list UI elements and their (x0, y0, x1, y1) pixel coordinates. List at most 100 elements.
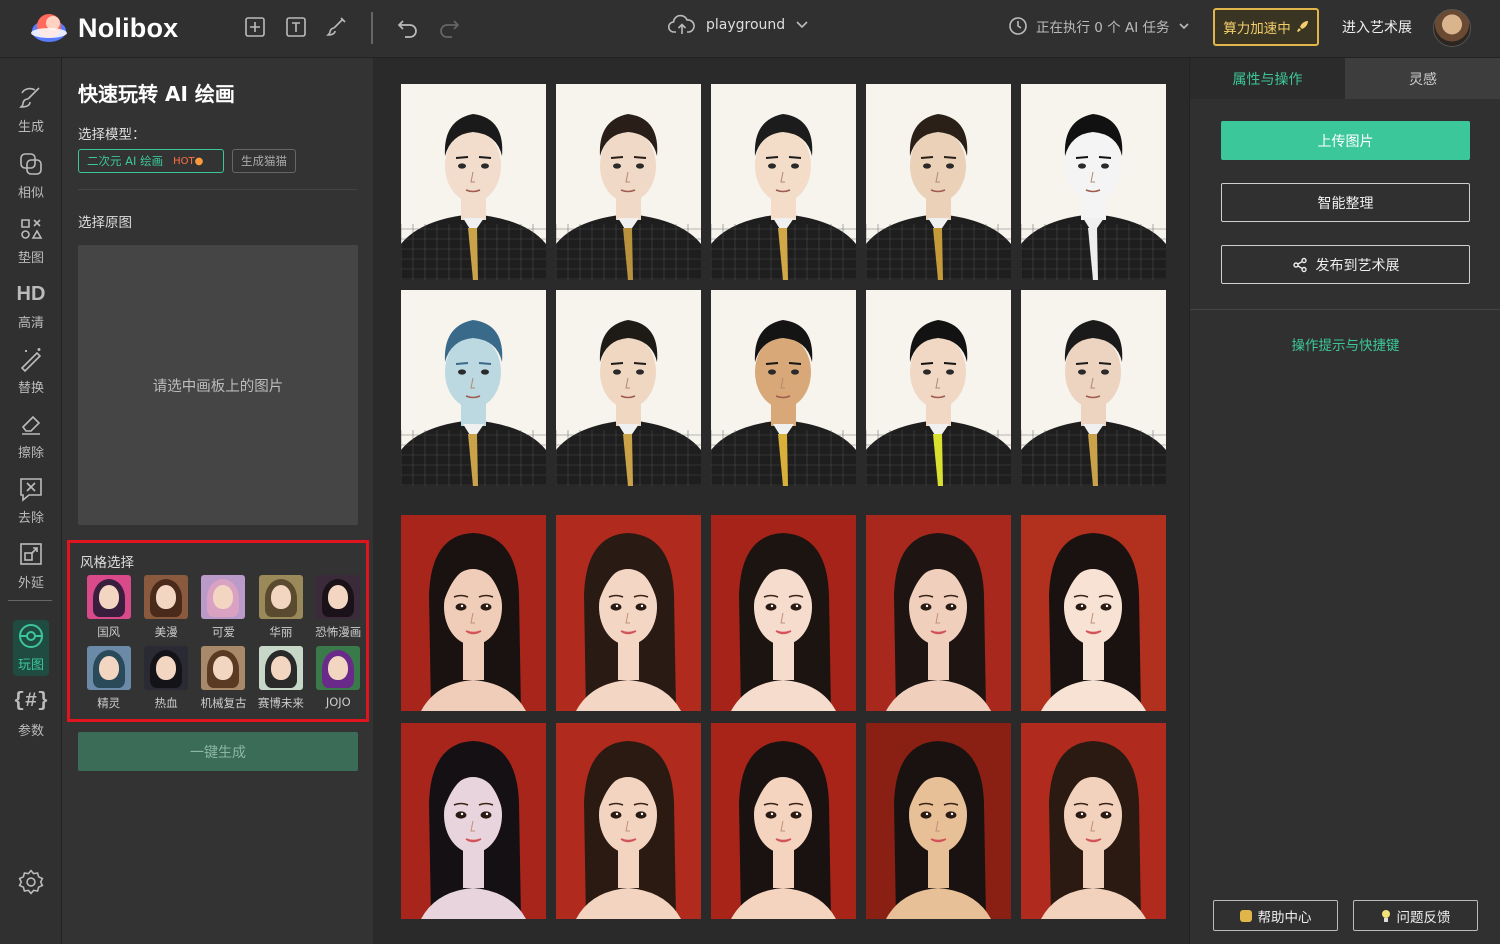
feedback-button[interactable]: 问题反馈 (1353, 900, 1478, 931)
publish-button[interactable]: 发布到艺术展 (1221, 245, 1470, 284)
generated-portrait-female[interactable] (556, 723, 701, 919)
generate-button[interactable]: 一键生成 (78, 732, 358, 771)
publish-label: 发布到艺术展 (1315, 257, 1400, 274)
help-center-button[interactable]: 帮助中心 (1213, 900, 1338, 931)
model-chip-label: 二次元 AI 绘画 (87, 154, 164, 168)
nav-item-similar[interactable]: 相似 (0, 150, 62, 201)
style-label: 恐怖漫画 (315, 625, 362, 639)
generated-portrait-female[interactable] (556, 515, 701, 711)
help-label: 帮助中心 (1257, 909, 1312, 926)
style-option[interactable]: 赛博未来 (252, 646, 309, 711)
generated-portrait-male[interactable] (866, 290, 1011, 486)
style-label: 精灵 (97, 696, 121, 710)
source-label: 选择原图 (78, 215, 132, 231)
generated-portrait-male[interactable] (711, 290, 856, 486)
style-label: 国风 (97, 625, 121, 639)
nav-item-remove[interactable]: 去除 (0, 475, 62, 526)
style-option[interactable]: 热血 (137, 646, 194, 711)
style-label: 热血 (154, 696, 178, 710)
nav-item-params[interactable]: {#} 参数 (0, 688, 62, 739)
generated-portrait-female[interactable] (401, 515, 546, 711)
lightbulb-icon (1381, 909, 1390, 922)
generated-portrait-female[interactable] (866, 515, 1011, 711)
style-thumbnail (86, 646, 131, 690)
nav-item-play[interactable]: 玩图 (0, 622, 62, 673)
nav-item-base-image[interactable]: 垫图 (0, 215, 62, 266)
generated-portrait-male[interactable] (711, 84, 856, 280)
generated-portrait-male[interactable] (401, 84, 546, 280)
style-option[interactable]: 可爱 (195, 575, 252, 640)
art-gallery-link[interactable]: 进入艺术展 (1342, 17, 1412, 37)
left-nav: 生成 相似 垫图 HD 高清 替换 擦除 去除 外延 玩图 {#} 参数 (0, 58, 62, 944)
style-option[interactable]: 机械复古 (195, 646, 252, 711)
model-chip-anime[interactable]: 二次元 AI 绘画 HOT● (78, 149, 224, 173)
remove-icon (20, 478, 42, 502)
brush-tool-icon[interactable] (323, 14, 349, 40)
style-option[interactable]: 精灵 (80, 646, 137, 711)
nav-item-replace[interactable]: 替换 (0, 345, 62, 396)
nav-divider (8, 600, 52, 601)
generated-portrait-female[interactable] (1021, 723, 1166, 919)
style-option[interactable]: JOJO (310, 646, 367, 711)
panel-title: 快速玩转 AI 绘画 (78, 82, 235, 106)
copy-icon (20, 153, 42, 175)
generated-portrait-male[interactable] (401, 290, 546, 486)
style-option[interactable]: 美漫 (137, 575, 194, 640)
compute-boost-button[interactable]: 算力加速中 (1213, 8, 1319, 46)
play-icon (19, 624, 43, 648)
style-label: 机械复古 (200, 696, 247, 710)
tab-inspiration[interactable]: 灵感 (1345, 58, 1500, 99)
generated-portrait-male[interactable] (556, 84, 701, 280)
project-selector[interactable]: playground (668, 14, 809, 36)
generated-portrait-male[interactable] (866, 84, 1011, 280)
source-image-box[interactable]: 请选中画板上的图片 (78, 245, 358, 525)
generated-portrait-female[interactable] (711, 723, 856, 919)
fire-icon: ● (194, 155, 204, 167)
task-status[interactable]: 正在执行 0 个 AI 任务 (1008, 16, 1191, 36)
style-thumbnail (144, 646, 189, 690)
style-option[interactable]: 国风 (80, 575, 137, 640)
avatar[interactable] (1433, 9, 1471, 47)
canvas[interactable] (373, 58, 1188, 944)
text-tool-icon[interactable] (283, 14, 309, 40)
smart-organize-button[interactable]: 智能整理 (1221, 183, 1470, 222)
style-thumbnail (86, 575, 131, 619)
generated-portrait-female[interactable] (866, 723, 1011, 919)
undo-icon[interactable] (395, 14, 421, 40)
chevron-down-icon (1179, 23, 1190, 30)
tab-properties[interactable]: 属性与操作 (1190, 58, 1345, 99)
style-option[interactable]: 恐怖漫画 (310, 575, 367, 640)
upload-image-button[interactable]: 上传图片 (1221, 121, 1470, 160)
style-thumbnail (258, 646, 303, 690)
nav-item-extend[interactable]: 外延 (0, 540, 62, 591)
nav-item-generate[interactable]: 生成 (0, 84, 62, 135)
generated-portrait-male[interactable] (1021, 84, 1166, 280)
boost-label: 算力加速中 (1223, 21, 1291, 37)
shortcuts-link[interactable]: 操作提示与快捷键 (1190, 334, 1500, 354)
generated-portrait-female[interactable] (711, 515, 856, 711)
nav-item-hd[interactable]: HD 高清 (0, 280, 62, 331)
nav-item-erase[interactable]: 擦除 (0, 410, 62, 461)
source-placeholder: 请选中画板上的图片 (152, 378, 284, 395)
generated-portrait-male[interactable] (556, 290, 701, 486)
add-frame-icon[interactable] (242, 14, 268, 40)
settings-button[interactable] (0, 868, 62, 900)
top-bar: Nolibox playground 正在执行 0 个 AI 任务 算力加速中 … (0, 0, 1500, 58)
style-selection-box: 风格选择 国风 美漫 可爱 华丽 恐怖漫画精灵 热血 机械复古 赛博未来 JOJO (67, 540, 369, 722)
app-logo[interactable]: Nolibox (30, 11, 178, 45)
model-chip-cat[interactable]: 生成猫猫 (232, 149, 296, 173)
style-thumbnail (258, 575, 303, 619)
style-label: 可爱 (211, 625, 235, 639)
task-status-text: 正在执行 0 个 AI 任务 (1036, 20, 1170, 36)
style-option[interactable]: 华丽 (252, 575, 309, 640)
redo-icon[interactable] (436, 14, 462, 40)
style-title: 风格选择 (80, 555, 134, 571)
style-thumbnail (201, 575, 246, 619)
generated-portrait-female[interactable] (401, 723, 546, 919)
properties-panel: 属性与操作 灵感 上传图片 智能整理 发布到艺术展 操作提示与快捷键 帮助中心 … (1189, 58, 1500, 944)
generated-portrait-female[interactable] (1021, 515, 1166, 711)
generated-portrait-male[interactable] (1021, 290, 1166, 486)
share-icon (1292, 257, 1307, 272)
style-thumbnail (316, 646, 361, 690)
style-thumbnail (144, 575, 189, 619)
